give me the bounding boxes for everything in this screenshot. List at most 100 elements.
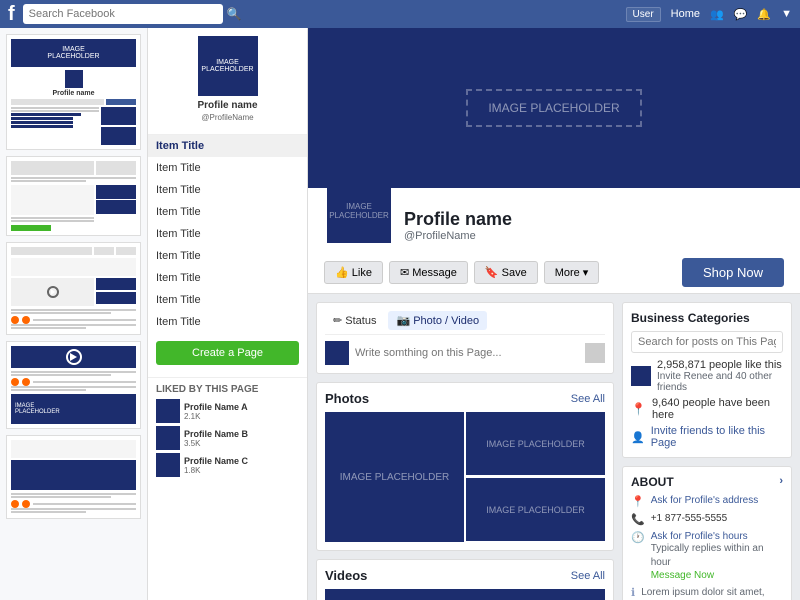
nav-item-label: Item Title — [156, 294, 201, 306]
more-button[interactable]: More ▾ — [544, 261, 600, 284]
location-icon: 📍 — [631, 402, 646, 416]
about-phone: 📞 +1 877-555-5555 — [631, 513, 783, 526]
videos-header: Videos See All — [325, 568, 605, 583]
info-icon: ℹ — [631, 586, 635, 599]
preview-avatar — [65, 70, 83, 88]
photo-video-tab[interactable]: 📷 Photo / Video — [388, 311, 487, 330]
shop-now-button[interactable]: Shop Now — [682, 258, 784, 287]
sidebar-item-active[interactable]: Item Title — [148, 135, 307, 157]
search-input[interactable] — [23, 4, 223, 24]
profile-info-row: IMAGEPLACEHOLDER Profile name @ProfileNa… — [324, 196, 784, 246]
nav-item-label: Item Title — [156, 316, 201, 328]
post-box: ✏ Status 📷 Photo / Video — [316, 302, 614, 374]
cover-placeholder-text: IMAGE PLACEHOLDER — [466, 89, 641, 127]
sidebar-item-6[interactable]: Item Title — [148, 267, 307, 289]
clock-icon: 🕐 — [631, 531, 645, 544]
photo-main-placeholder: IMAGE PLACEHOLDER — [340, 472, 449, 483]
photo-small-1-placeholder: IMAGE PLACEHOLDER — [486, 439, 585, 449]
about-address: 📍 Ask for Profile's address — [631, 495, 783, 508]
phone-icon: 📞 — [631, 513, 645, 526]
sidebar-item-4[interactable]: Item Title — [148, 223, 307, 245]
preview-cover: IMAGEPLACEHOLDER — [11, 39, 136, 67]
friends-icon: 👥 — [710, 8, 724, 21]
top-navigation: f 🔍 User Home 👥 💬 🔔 ▼ — [0, 0, 800, 28]
invite-row[interactable]: 👤 Invite friends to like this Page — [631, 425, 783, 449]
profile-handle-main: @ProfileName — [404, 230, 512, 242]
about-reply-time: Typically replies within an hour — [651, 542, 783, 570]
dropdown-icon[interactable]: ▼ — [781, 8, 792, 20]
status-tab[interactable]: ✏ Status — [325, 311, 384, 330]
nav-item-label: Item Title — [156, 162, 201, 174]
content-main: ✏ Status 📷 Photo / Video — [316, 302, 614, 600]
page-left-nav: IMAGEPLACEHOLDER Profile name @ProfileNa… — [148, 28, 308, 600]
nav-items: Item Title Item Title Item Title Item Ti… — [148, 135, 307, 333]
video-thumbnail[interactable] — [325, 589, 605, 600]
photos-see-all[interactable]: See All — [571, 393, 605, 405]
videos-section: Videos See All — [316, 559, 614, 600]
about-description: ℹ Lorem ipsum dolor sit amet, conseletur… — [631, 586, 783, 600]
about-chevron[interactable]: › — [779, 475, 783, 489]
nav-item-label: Item Title — [156, 206, 201, 218]
cover-photo: IMAGE PLACEHOLDER — [308, 28, 800, 188]
page-search-input[interactable] — [631, 331, 783, 353]
action-bar: 👍 Like ✉ Message 🔖 Save More ▾ Shop Now — [324, 252, 784, 293]
about-phone-text: +1 877-555-5555 — [651, 513, 727, 524]
about-hours: 🕐 Ask for Profile's hours Typically repl… — [631, 531, 783, 581]
page-title: Profile name — [404, 209, 512, 230]
profile-header: IMAGEPLACEHOLDER Profile name @ProfileNa… — [308, 188, 800, 294]
list-item[interactable]: IMAGEPLACEHOLDER — [6, 341, 141, 429]
profile-handle: @ProfileName — [156, 113, 299, 122]
business-categories-title: Business Categories — [631, 311, 783, 325]
nav-item-label: Item Title — [156, 140, 204, 152]
profile-name: Profile name — [156, 100, 299, 111]
notifications-icon: 🔔 — [757, 8, 771, 21]
list-item[interactable]: IMAGEPLACEHOLDER Profile name — [6, 34, 141, 150]
grid-icon — [585, 343, 605, 363]
main-content: IMAGE PLACEHOLDER IMAGEPLACEHOLDER Profi… — [308, 28, 800, 600]
about-address-link[interactable]: Ask for Profile's address — [651, 495, 759, 506]
create-page-button[interactable]: Create a Page — [156, 341, 299, 365]
user-button[interactable]: User — [626, 7, 661, 22]
preview-title: Profile name — [11, 90, 136, 97]
left-sidebar: IMAGEPLACEHOLDER Profile name — [0, 28, 148, 600]
sidebar-item-2[interactable]: Item Title — [148, 179, 307, 201]
photos-grid: IMAGE PLACEHOLDER IMAGE PLACEHOLDER IMAG… — [325, 412, 605, 542]
search-icon: 🔍 — [227, 7, 242, 21]
likes-count: 2,958,871 people like this Invite Renee … — [631, 359, 783, 393]
photos-title: Photos — [325, 391, 369, 406]
invite-icon: 👤 — [631, 431, 645, 444]
map-icon: 📍 — [631, 495, 645, 508]
preview-create-btn — [11, 225, 51, 231]
right-sidebar: Business Categories 2,958,871 people lik… — [622, 302, 792, 600]
sidebar-item-1[interactable]: Item Title — [148, 157, 307, 179]
photo-video-tab-label: 📷 Photo / Video — [396, 314, 479, 327]
nav-item-label: Item Title — [156, 250, 201, 262]
photo-small-2: IMAGE PLACEHOLDER — [466, 478, 605, 541]
content-columns: ✏ Status 📷 Photo / Video — [308, 294, 800, 600]
business-categories-box: Business Categories 2,958,871 people lik… — [622, 302, 792, 458]
message-button[interactable]: ✉ Message — [389, 261, 468, 284]
sidebar-item-5[interactable]: Item Title — [148, 245, 307, 267]
nav-item-label: Item Title — [156, 228, 201, 240]
about-hours-link[interactable]: Ask for Profile's hours — [651, 531, 783, 542]
save-button[interactable]: 🔖 Save — [474, 261, 538, 284]
home-label: Home — [671, 8, 700, 20]
preview-video — [11, 346, 136, 368]
main-wrapper: IMAGEPLACEHOLDER Profile name — [0, 28, 800, 600]
like-button[interactable]: 👍 Like — [324, 261, 383, 284]
list-item[interactable] — [6, 242, 141, 335]
sidebar-item-8[interactable]: Item Title — [148, 311, 307, 333]
photos-section: Photos See All IMAGE PLACEHOLDER IMAGE P… — [316, 382, 614, 551]
post-text-input[interactable] — [355, 347, 579, 359]
likes-thumb — [631, 366, 651, 386]
sidebar-item-7[interactable]: Item Title — [148, 289, 307, 311]
avatar: IMAGEPLACEHOLDER — [198, 36, 258, 96]
list-item[interactable] — [6, 156, 141, 236]
list-item[interactable] — [6, 435, 141, 519]
message-now-link[interactable]: Message Now — [651, 570, 783, 581]
videos-see-all[interactable]: See All — [571, 570, 605, 582]
facebook-logo: f — [8, 3, 15, 26]
post-input-row — [325, 341, 605, 365]
sidebar-item-3[interactable]: Item Title — [148, 201, 307, 223]
post-avatar — [325, 341, 349, 365]
